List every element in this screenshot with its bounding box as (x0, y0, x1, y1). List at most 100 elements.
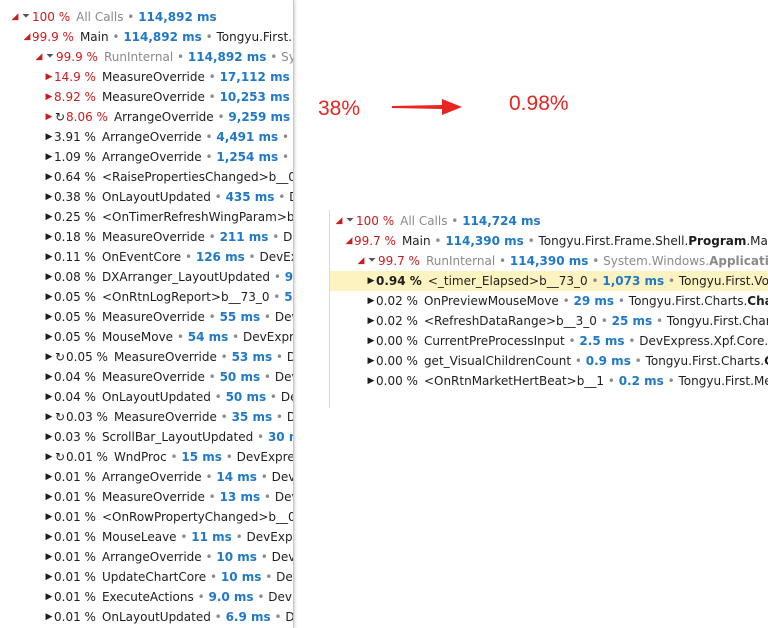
collapsed-triangle-icon[interactable]: ▶ (366, 311, 376, 331)
module-name: DevExp (293, 130, 294, 144)
collapsed-triangle-icon[interactable]: ▶ (44, 107, 54, 127)
collapsed-triangle-icon[interactable]: ▶ (44, 247, 54, 267)
percentage-value: 0.01 % (54, 550, 96, 564)
call-tree-row[interactable]: ▶0.01 % MouseLeave • 11 ms • DevExpress.X… (0, 527, 293, 547)
call-tree-row[interactable]: ◢ ⏷ 100 % All Calls • 114,724 ms (330, 211, 768, 231)
collapsed-triangle-icon[interactable]: ▶ (44, 367, 54, 387)
call-tree-row[interactable]: ▶ 0.00 % get_VisualChildrenCount • 0.9 ms … (330, 351, 768, 371)
percentage-value: 0.02 % (376, 314, 418, 328)
collapsed-triangle-icon[interactable]: ▶ (44, 87, 54, 107)
call-tree-row[interactable]: ▶ 0.00 % <OnRtnMarketHertBeat>b__1 • 0.2 m… (330, 371, 768, 391)
collapsed-triangle-icon[interactable]: ▶ (44, 507, 54, 527)
before-percentage-annotation: 38% (318, 97, 361, 120)
call-tree-row[interactable]: ▶3.91 % ArrangeOverride • 4,491 ms • DevE… (0, 127, 293, 147)
separator-dot: • (624, 334, 640, 348)
call-tree-row[interactable]: ▶0.01 % UpdateChartCore • 10 ms • DevExpr… (0, 567, 293, 587)
collapsed-triangle-icon[interactable]: ▶ (44, 327, 54, 347)
collapsed-triangle-icon[interactable]: ▶ (44, 467, 54, 487)
function-name: OnLayoutUpdated (101, 190, 211, 204)
collapsed-triangle-icon[interactable]: ▶ (44, 607, 54, 627)
call-tree-row[interactable]: ▶ 0.02 % <RefreshDataRange>b__3_0 • 25 ms … (330, 311, 768, 331)
call-tree-row[interactable]: ▶↻0.01 % WndProc • 15 ms • DevExpress.Ut (0, 447, 293, 467)
call-tree-row[interactable]: ▶0.04 % MeasureOverride • 50 ms • DevExpr… (0, 367, 293, 387)
call-tree-row[interactable]: ▶ 0.00 % CurrentPreProcessInput • 2.5 ms •… (330, 331, 768, 351)
percentage-value: 8.92 % (54, 90, 96, 104)
function-name: MeasureOverride (101, 490, 205, 504)
collapsed-triangle-icon[interactable]: ▶ (44, 307, 54, 327)
percentage-value: 100 % (356, 214, 395, 228)
collapsed-triangle-icon[interactable]: ▶ (44, 167, 54, 187)
call-tree-row[interactable]: ▶0.01 % ArrangeOverride • 14 ms • DevExpr… (0, 467, 293, 487)
expanded-triangle-icon[interactable]: ◢ (22, 27, 32, 47)
percentage-value: 8.06 % (66, 110, 108, 124)
call-tree-row[interactable]: ▶0.05 % <OnRtnLogReport>b__73_0 • 56 ms (0, 287, 293, 307)
expanded-triangle-icon[interactable]: ◢ (10, 7, 20, 27)
call-tree-row[interactable]: ▶ 0.25 % <OnTimerRefreshWingParam>b__1 (0, 207, 293, 227)
separator-dot: • (173, 330, 188, 344)
call-tree-row[interactable]: ▶0.05 % MouseMove • 54 ms • DevExpress.X (0, 327, 293, 347)
call-tree-row[interactable]: ◢ 99.9 % Main • 114,892 ms • Tongyu.First.… (0, 27, 293, 47)
collapsed-triangle-icon[interactable]: ▶ (366, 351, 376, 371)
call-tree-row[interactable]: ▶ 0.94 % <_timer_Elapsed>b__73_0 • 1,073 m… (330, 271, 768, 291)
call-tree-row[interactable]: ◢ ⏷ 100 % All Calls • 114,892 ms (0, 7, 293, 27)
call-tree-row[interactable]: ▶0.11 % OnEventCore • 126 ms • DevExpress… (0, 247, 293, 267)
collapsed-triangle-icon[interactable]: ▶ (44, 347, 54, 367)
call-tree-row[interactable]: ▶0.01 %<OnRowPropertyChanged>b__0 • 12 (0, 507, 293, 527)
call-tree-row[interactable]: ▶0.08 % DXArranger_LayoutUpdated • 97 ms (0, 267, 293, 287)
call-tree-row[interactable]: ◢⏷99.9 % RunInternal • 114,892 ms • Syste… (0, 47, 293, 67)
call-tree-row[interactable]: ▶ 0.02 % OnPreviewMouseMove • 29 ms • Tong… (330, 291, 768, 311)
percentage-value: 0.01 % (54, 530, 96, 544)
collapsed-triangle-icon[interactable]: ▶ (44, 287, 54, 307)
call-tree-row[interactable]: ▶↻0.03 % MeasureOverride • 35 ms • DevEx (0, 407, 293, 427)
collapsed-triangle-icon[interactable]: ▶ (44, 147, 54, 167)
call-tree-row[interactable]: ▶8.92 %MeasureOverride • 10,253 ms • Dev… (0, 87, 293, 107)
collapsed-triangle-icon[interactable]: ▶ (366, 271, 376, 291)
time-ms: 114,892 ms (123, 30, 202, 44)
collapsed-triangle-icon[interactable]: ▶ (366, 331, 376, 351)
expanded-triangle-icon[interactable]: ◢ (356, 251, 366, 271)
expanded-triangle-icon[interactable]: ◢ (334, 211, 344, 231)
collapsed-triangle-icon[interactable]: ▶ (44, 587, 54, 607)
collapsed-triangle-icon[interactable]: ▶ (366, 291, 376, 311)
collapsed-triangle-icon[interactable]: ▶ (44, 227, 54, 247)
collapsed-triangle-icon[interactable]: ▶ (44, 567, 54, 587)
call-tree-row[interactable]: ▶0.05 % MeasureOverride • 55 ms • DevExpr… (0, 307, 293, 327)
function-name: get_VisualChildrenCount (423, 354, 572, 368)
call-tree-row[interactable]: ▶0.03 %ScrollBar_LayoutUpdated • 30 ms •… (0, 427, 293, 447)
call-tree-row[interactable]: ▶1.09 % ArrangeOverride • 1,254 ms • DevE… (0, 147, 293, 167)
collapsed-triangle-icon[interactable]: ▶ (44, 387, 54, 407)
call-tree-row[interactable]: ▶0.01 % ExecuteActions • 9.0 ms • DevExpr… (0, 587, 293, 607)
module-name: DevExpress.Ut (236, 450, 294, 464)
collapsed-triangle-icon[interactable]: ▶ (44, 207, 54, 227)
collapsed-triangle-icon[interactable]: ▶ (44, 447, 54, 467)
collapsed-triangle-icon[interactable]: ▶ (44, 67, 54, 87)
call-tree-row[interactable]: ▶0.01 % OnLayoutUpdated • 6.9 ms • DevExp (0, 607, 293, 627)
call-tree-row[interactable]: ▶0.18 % MeasureOverride • 211 ms • DevExp… (0, 227, 293, 247)
collapsed-triangle-icon[interactable]: ▶ (44, 407, 54, 427)
collapsed-triangle-icon[interactable]: ▶ (44, 127, 54, 147)
call-tree-row[interactable]: ▶14.9 %MeasureOverride • 17,112 ms • Dev… (0, 67, 293, 87)
collapsed-triangle-icon[interactable]: ▶ (44, 527, 54, 547)
collapsed-triangle-icon[interactable]: ▶ (44, 267, 54, 287)
collapsed-triangle-icon[interactable]: ▶ (366, 371, 376, 391)
call-tree-row[interactable]: ▶0.01 % MeasureOverride • 13 ms • DevExpr… (0, 487, 293, 507)
collapsed-triangle-icon[interactable]: ▶ (44, 487, 54, 507)
call-tree-row[interactable]: ▶0.38 % OnLayoutUpdated • 435 ms • DevExp (0, 187, 293, 207)
call-tree-row[interactable]: ◢ ⏷ 99.7 % RunInternal • 114,390 ms • Syste… (330, 251, 768, 271)
time-ms: 114,892 ms (187, 50, 267, 64)
separator-dot: • (204, 370, 220, 384)
call-tree-row[interactable]: ◢ 99.7 % Main • 114,390 ms • Tongyu.First.… (330, 231, 768, 251)
collapsed-triangle-icon[interactable]: ▶ (44, 187, 54, 207)
collapsed-triangle-icon[interactable]: ▶ (44, 427, 54, 447)
expanded-triangle-icon[interactable]: ◢ (34, 47, 44, 67)
function-name: MeasureOverride (101, 70, 205, 84)
call-tree-row[interactable]: ▶↻0.05 % MeasureOverride • 53 ms • DevEx (0, 347, 293, 367)
call-tree-row[interactable]: ▶0.64 %<RaisePropertiesChanged>b__0 • 73 (0, 167, 293, 187)
percentage-value: 0.25 % (54, 210, 96, 224)
module-name: Tongyu.First.Charts.ChartCont (646, 354, 768, 368)
call-tree-row[interactable]: ▶0.01 % ArrangeOverride • 10 ms • DevExpr… (0, 547, 293, 567)
call-tree-row[interactable]: ▶0.04 % OnLayoutUpdated • 50 ms • DevExpr (0, 387, 293, 407)
expanded-triangle-icon[interactable]: ◢ (344, 231, 354, 251)
collapsed-triangle-icon[interactable]: ▶ (44, 547, 54, 567)
call-tree-row[interactable]: ▶↻8.06 %ArrangeOverride • 9,259 ms • Dev (0, 107, 293, 127)
